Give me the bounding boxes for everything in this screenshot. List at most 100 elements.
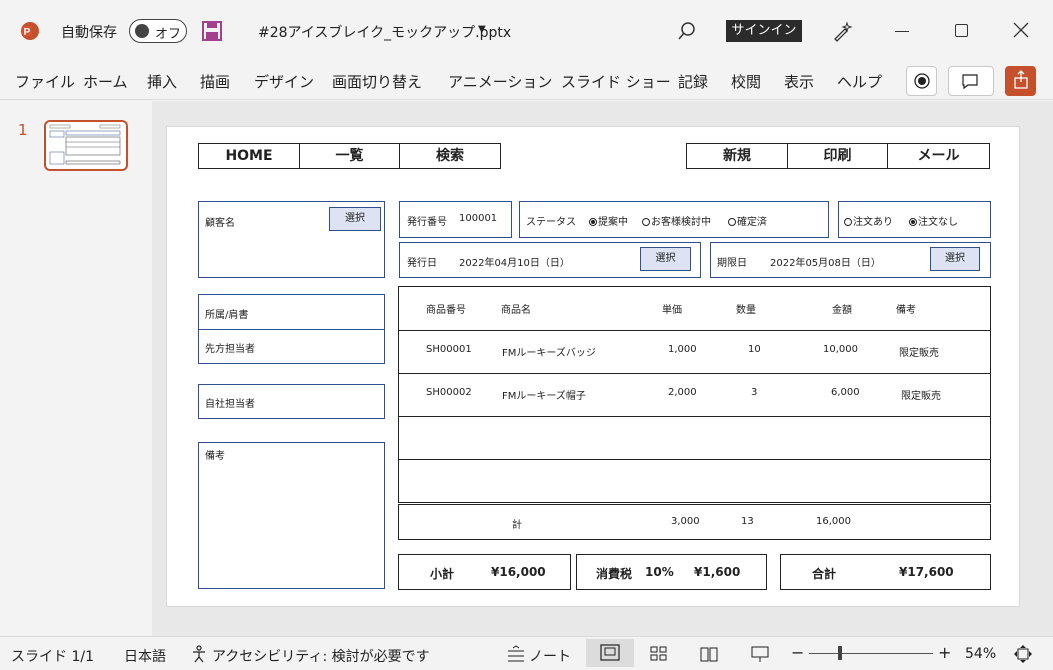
slide-thumbnail[interactable] [44, 120, 128, 171]
accessibility-icon[interactable] [190, 645, 208, 663]
status-option-proposing[interactable]: 提案中 [589, 213, 628, 228]
own-contact-label: 自社担当者 [205, 399, 255, 410]
tab-review[interactable]: 校閲 [731, 71, 761, 92]
tab-insert[interactable]: 挿入 [147, 71, 177, 92]
radio-icon [642, 218, 650, 226]
dept-box[interactable]: 所属/肩書 [198, 294, 385, 330]
close-icon[interactable] [1013, 22, 1029, 38]
file-name[interactable]: #28アイスブレイク_モックアップ.pptx [258, 22, 511, 42]
tab-home[interactable]: ホーム [83, 71, 128, 92]
save-icon[interactable] [202, 21, 222, 41]
share-button[interactable] [1005, 66, 1036, 96]
tab-view[interactable]: 表示 [784, 71, 814, 92]
print-button[interactable]: 印刷 [787, 143, 888, 169]
signin-button[interactable]: サインイン [726, 20, 802, 42]
autosave-label: 自動保存 [61, 25, 117, 41]
tax-label: 消費税 [596, 567, 633, 581]
normal-view-icon [600, 644, 620, 661]
radio-selected-icon [589, 218, 597, 226]
notes-label: 備考 [205, 451, 225, 462]
search-icon[interactable] [677, 21, 697, 41]
normal-view-button[interactable] [586, 639, 634, 667]
cell-qty: 3 [751, 387, 758, 398]
order-option-no[interactable]: 注文なし [909, 213, 958, 228]
chevron-down-icon[interactable]: ▼ [478, 24, 486, 35]
tab-transitions[interactable]: 画面切り替え [332, 71, 422, 92]
status-box: ステータス 提案中 お客様検討中 確定済 [519, 201, 829, 238]
subtotal-label: 小計 [430, 567, 455, 581]
notes-box[interactable]: 備考 [198, 442, 385, 589]
notes-button[interactable]: ノート [529, 646, 571, 666]
col-header-note: 備考 [896, 305, 916, 316]
issue-date-select-button[interactable]: 選択 [640, 247, 691, 271]
cell-qty: 10 [748, 344, 761, 355]
due-date-value: 2022年05月08日（日） [770, 258, 881, 269]
own-contact-box[interactable]: 自社担当者 [198, 384, 385, 419]
autosave-toggle[interactable]: オフ [129, 19, 187, 43]
customer-label: 顧客名 [205, 218, 235, 229]
col-header-qty: 数量 [736, 305, 756, 316]
cell-price: 2,000 [668, 387, 697, 398]
due-date-box: 期限日 2022年05月08日（日） 選択 [710, 242, 991, 278]
issue-number-value: 100001 [459, 213, 498, 224]
grand-total-box: 合計 ¥17,600 [780, 554, 991, 590]
zoom-out-button[interactable]: − [791, 643, 804, 662]
list-button[interactable]: 一覧 [299, 143, 400, 169]
cell-note: 限定販売 [901, 391, 941, 402]
totals-unit-price: 3,000 [671, 516, 700, 527]
slide-sorter-icon[interactable] [649, 645, 669, 663]
new-button[interactable]: 新規 [686, 143, 788, 169]
issue-date-box: 発行日 2022年04月10日（日） 選択 [399, 242, 701, 278]
tab-file[interactable]: ファイル [15, 71, 75, 92]
cell-name: FMルーキーズ帽子 [502, 391, 586, 402]
issue-date-label: 発行日 [407, 258, 437, 269]
zoom-level[interactable]: 54% [965, 646, 996, 662]
slide-canvas[interactable]: HOME 一覧 検索 新規 印刷 メール 顧客名 選択 発行番号 100001 … [166, 126, 1020, 607]
language-indicator[interactable]: 日本語 [124, 646, 166, 666]
slideshow-icon[interactable] [750, 645, 770, 663]
zoom-in-button[interactable]: + [938, 643, 951, 662]
tab-help[interactable]: ヘルプ [837, 71, 882, 92]
reading-view-icon[interactable] [699, 645, 719, 663]
col-header-amount: 金額 [832, 305, 852, 316]
designer-icon[interactable] [832, 20, 854, 42]
subtotal-box: 小計 ¥16,000 [398, 554, 571, 590]
comments-button[interactable] [948, 66, 994, 96]
record-button[interactable] [906, 66, 937, 96]
tab-record[interactable]: 記録 [678, 71, 708, 92]
order-option-yes[interactable]: 注文あり [844, 213, 893, 228]
issue-number-box: 発行番号 100001 [399, 201, 512, 238]
mail-button[interactable]: メール [887, 143, 990, 169]
slide-number: 1 [18, 121, 28, 139]
tax-value: ¥1,600 [694, 565, 741, 579]
status-option-confirmed[interactable]: 確定済 [728, 213, 767, 228]
thumbnail-pane: 1 [0, 101, 152, 636]
svg-text:P: P [24, 27, 31, 38]
customer-box: 顧客名 選択 [198, 201, 385, 278]
totals-label: 計 [512, 520, 522, 531]
due-date-select-button[interactable]: 選択 [930, 247, 980, 271]
maximize-icon[interactable] [955, 24, 968, 37]
accessibility-status[interactable]: アクセシビリティ: 検討が必要です [212, 646, 430, 666]
client-contact-box[interactable]: 先方担当者 [198, 329, 385, 364]
fit-to-window-icon[interactable] [1013, 644, 1033, 664]
totals-amount: 16,000 [816, 516, 851, 527]
tab-slideshow[interactable]: スライド ショー [561, 71, 671, 92]
tax-box: 消費税 10% ¥1,600 [576, 554, 767, 590]
title-bar: P 自動保存 オフ #28アイスブレイク_モックアップ.pptx ▼ サインイン [0, 0, 1053, 62]
powerpoint-logo-icon: P [20, 21, 40, 41]
zoom-slider-thumb[interactable] [838, 646, 842, 660]
zoom-slider[interactable] [809, 653, 933, 654]
customer-select-button[interactable]: 選択 [329, 207, 381, 231]
home-button[interactable]: HOME [198, 143, 300, 169]
search-button[interactable]: 検索 [399, 143, 501, 169]
tab-draw[interactable]: 描画 [200, 71, 230, 92]
slide-info: スライド 1/1 [11, 649, 94, 665]
col-header-name: 商品名 [501, 305, 531, 316]
status-option-considering[interactable]: お客様検討中 [642, 213, 711, 228]
minimize-icon[interactable] [895, 31, 909, 32]
cell-code: SH00002 [426, 387, 472, 398]
col-header-code: 商品番号 [426, 305, 466, 316]
tab-animations[interactable]: アニメーション [448, 71, 552, 92]
tab-design[interactable]: デザイン [254, 71, 314, 92]
